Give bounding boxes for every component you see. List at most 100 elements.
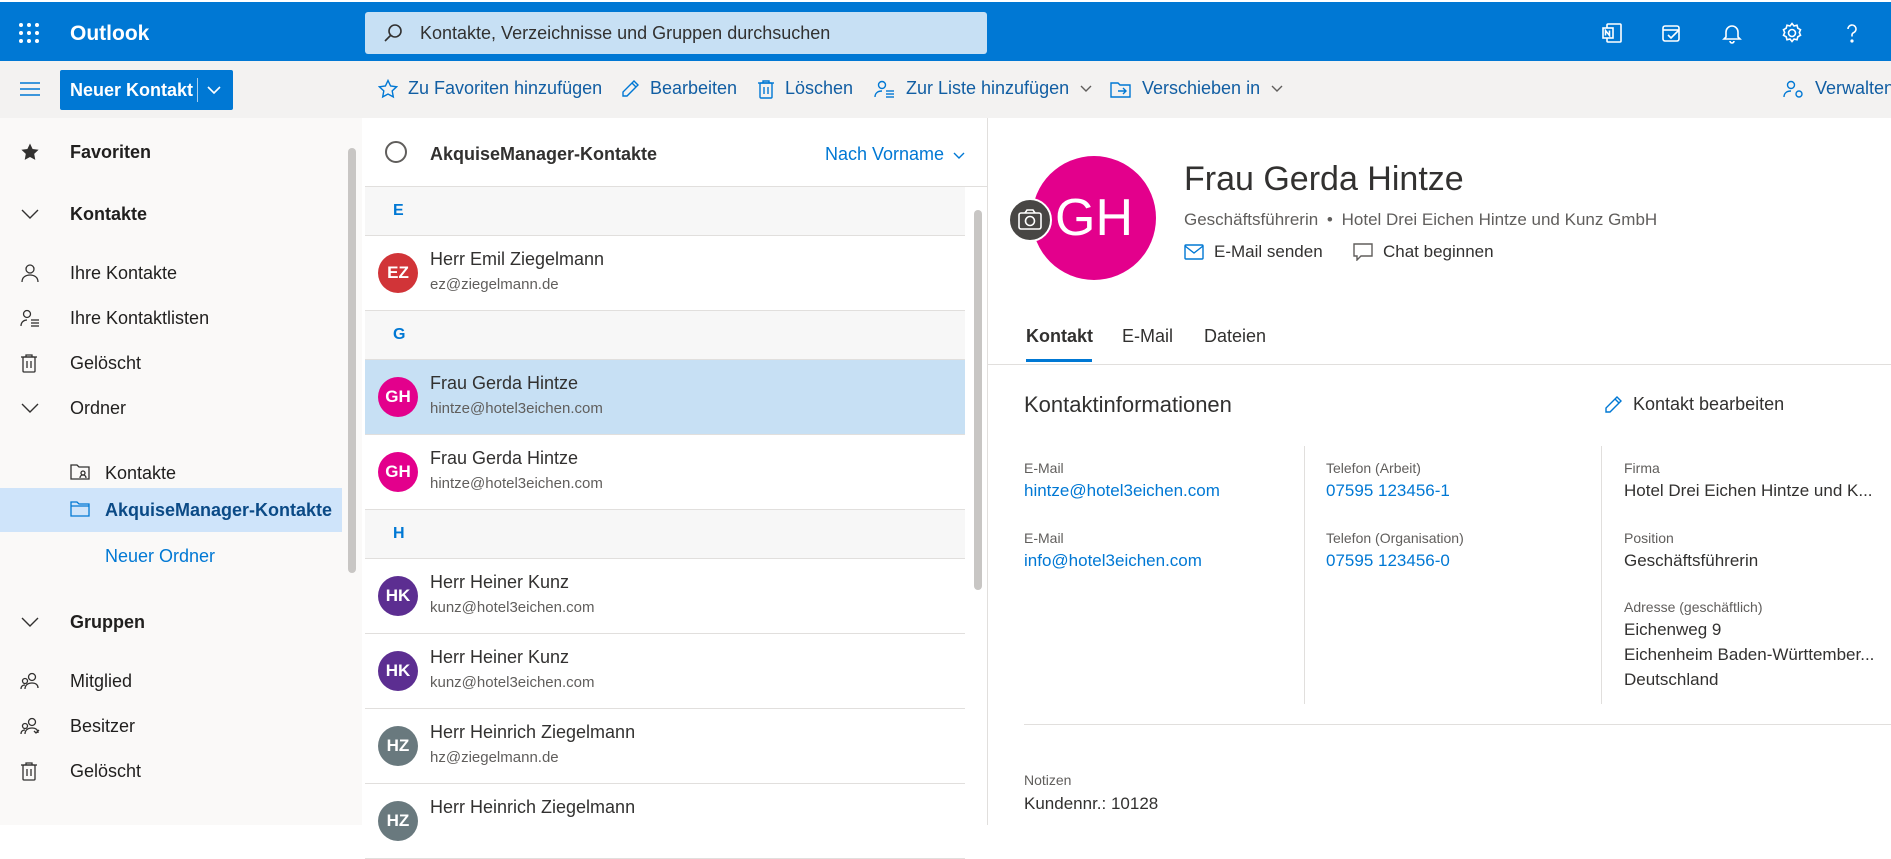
nav-deleted[interactable]: Gelöscht <box>0 341 342 385</box>
tab-contact[interactable]: Kontakt <box>1026 326 1093 347</box>
nav-folders-label: Ordner <box>70 398 127 418</box>
nav-new-folder[interactable]: Neuer Ordner <box>0 534 342 578</box>
add-to-list-button[interactable]: Zur Liste hinzufügen <box>874 78 1093 99</box>
address-line: Deutschland <box>1624 670 1719 689</box>
help-icon[interactable] <box>1840 21 1864 45</box>
search-input[interactable]: Kontakte, Verzeichnisse und Gruppen durc… <box>420 23 830 44</box>
chevron-down-icon <box>1271 85 1283 92</box>
tasks-icon[interactable] <box>1660 21 1684 45</box>
list-item[interactable]: HZ Herr Heinrich Ziegelmann hz@ziegelman… <box>365 709 965 784</box>
field-label-phone-org: Telefon (Organisation) <box>1326 530 1464 546</box>
nav-owner[interactable]: Besitzer <box>0 704 342 748</box>
position-value: Geschäftsführerin <box>1624 551 1759 570</box>
contact-name: Herr Emil Ziegelmann <box>430 249 605 269</box>
edit-contact-label: Kontakt bearbeiten <box>1633 394 1785 414</box>
list-header: AkquiseManager-Kontakte Nach Vorname <box>365 118 987 187</box>
contact-name: Frau Gerda Hintze <box>430 448 579 468</box>
phone-org-link[interactable]: 07595 123456-0 <box>1326 551 1450 571</box>
group-letter: H <box>393 525 405 542</box>
list-item[interactable]: HK Herr Heiner Kunz kunz@hotel3eichen.co… <box>365 559 965 634</box>
divider <box>1304 446 1305 704</box>
search-box[interactable]: Kontakte, Verzeichnisse und Gruppen durc… <box>365 12 987 54</box>
bell-icon[interactable] <box>1720 21 1744 45</box>
nav-groups-deleted[interactable]: Gelöscht <box>0 749 342 793</box>
company-value: Hotel Drei Eichen Hintze und K... <box>1624 481 1873 500</box>
sort-button[interactable]: Nach Vorname <box>825 144 944 165</box>
list-item[interactable]: EZ Herr Emil Ziegelmann ez@ziegelmann.de <box>365 236 965 311</box>
move-to-button[interactable]: Verschieben in <box>1110 78 1284 99</box>
phone-work-link[interactable]: 07595 123456-1 <box>1326 481 1450 501</box>
manage-label: Verwalten <box>1815 78 1891 98</box>
field-label-notes: Notizen <box>1024 772 1072 788</box>
send-email-button[interactable]: E-Mail senden <box>1184 242 1323 262</box>
chevron-down-icon[interactable] <box>952 149 966 163</box>
avatar: HZ <box>378 726 418 766</box>
group-letter: G <box>393 326 406 343</box>
contact-name-heading: Frau Gerda Hintze <box>1184 160 1464 198</box>
person-gear-icon <box>1783 80 1803 98</box>
nav-your-lists-label: Ihre Kontaktlisten <box>70 308 210 328</box>
onenote-icon[interactable] <box>1600 21 1624 45</box>
nav-contacts-label: Kontakte <box>70 204 148 224</box>
contact-email: hintze@hotel3eichen.com <box>430 475 603 492</box>
avatar: HZ <box>378 801 418 841</box>
nav-folders-header[interactable]: Ordner <box>0 386 342 430</box>
tab-indicator <box>1026 359 1092 362</box>
nav-owner-label: Besitzer <box>70 716 136 736</box>
app-title[interactable]: Outlook <box>70 22 149 46</box>
nav-member[interactable]: Mitglied <box>0 659 342 703</box>
field-label-position: Position <box>1624 530 1674 546</box>
add-to-list-label: Zur Liste hinzufügen <box>906 78 1070 98</box>
group-header-e: E <box>365 187 965 236</box>
waffle-icon[interactable] <box>18 22 40 44</box>
camera-icon[interactable] <box>1008 198 1052 242</box>
list-item[interactable]: HZ Herr Heinrich Ziegelmann <box>365 784 965 859</box>
nav-your-lists[interactable]: Ihre Kontaktlisten <box>0 296 342 340</box>
hamburger-menu-icon[interactable] <box>20 81 42 97</box>
nav-favorites[interactable]: Favoriten <box>0 130 342 174</box>
list-item[interactable]: HK Herr Heiner Kunz kunz@hotel3eichen.co… <box>365 634 965 709</box>
chevron-down-icon <box>20 398 40 418</box>
manage-button[interactable]: Verwalten <box>1783 78 1891 99</box>
tab-files[interactable]: Dateien <box>1204 326 1266 347</box>
list-item-selected[interactable]: GH Frau Gerda Hintze hintze@hotel3eichen… <box>365 360 965 435</box>
avatar: HK <box>378 651 418 691</box>
contact-role: Geschäftsführerin <box>1184 210 1319 229</box>
contact-name: Herr Heinrich Ziegelmann <box>430 797 636 817</box>
nav-groups-header[interactable]: Gruppen <box>0 600 342 644</box>
edit-button[interactable]: Bearbeiten <box>620 78 737 99</box>
nav-your-contacts[interactable]: Ihre Kontakte <box>0 251 342 295</box>
nav-scrollbar[interactable] <box>348 148 356 573</box>
nav-member-label: Mitglied <box>70 671 133 691</box>
email-link[interactable]: hintze@hotel3eichen.com <box>1024 481 1220 501</box>
avatar: EZ <box>378 253 418 293</box>
email-link[interactable]: info@hotel3eichen.com <box>1024 551 1202 571</box>
contact-name: Frau Gerda Hintze <box>430 373 579 393</box>
edit-contact-button[interactable]: Kontakt bearbeiten <box>1603 394 1784 415</box>
nav-groups-label: Gruppen <box>70 612 145 632</box>
delete-button[interactable]: Löschen <box>757 78 853 99</box>
list-scrollbar[interactable] <box>974 210 982 590</box>
contact-name: Herr Heiner Kunz <box>430 647 570 667</box>
select-all-checkbox[interactable] <box>385 141 407 163</box>
list-item[interactable]: GH Frau Gerda Hintze hintze@hotel3eichen… <box>365 435 965 510</box>
send-email-label: E-Mail senden <box>1214 242 1323 261</box>
gear-icon[interactable] <box>1780 21 1804 45</box>
notes-value: Kundennr.: 10128 <box>1024 794 1159 813</box>
nav-folder-akquise[interactable]: AkquiseManager-Kontakte <box>0 488 342 532</box>
new-contact-button[interactable]: Neuer Kontakt <box>60 70 233 110</box>
nav-contacts-header[interactable]: Kontakte <box>0 192 342 236</box>
address-line: Eichenweg 9 <box>1624 620 1722 639</box>
contact-email: ez@ziegelmann.de <box>430 276 559 293</box>
field-label-phone-work: Telefon (Arbeit) <box>1326 460 1421 476</box>
delete-label: Löschen <box>785 78 854 98</box>
divider <box>988 364 1891 365</box>
contact-name: Herr Heinrich Ziegelmann <box>430 722 636 742</box>
chevron-down-icon[interactable] <box>206 82 222 98</box>
left-navigation: Favoriten Kontakte Ihre Kontakte Ihre Ko… <box>0 118 362 825</box>
start-chat-button[interactable]: Chat beginnen <box>1353 242 1494 262</box>
add-to-favorites-button[interactable]: Zu Favoriten hinzufügen <box>378 78 602 99</box>
contact-email: hz@ziegelmann.de <box>430 749 559 766</box>
tab-email[interactable]: E-Mail <box>1122 326 1173 347</box>
contact-company: Hotel Drei Eichen Hintze und Kunz GmbH <box>1341 210 1658 229</box>
